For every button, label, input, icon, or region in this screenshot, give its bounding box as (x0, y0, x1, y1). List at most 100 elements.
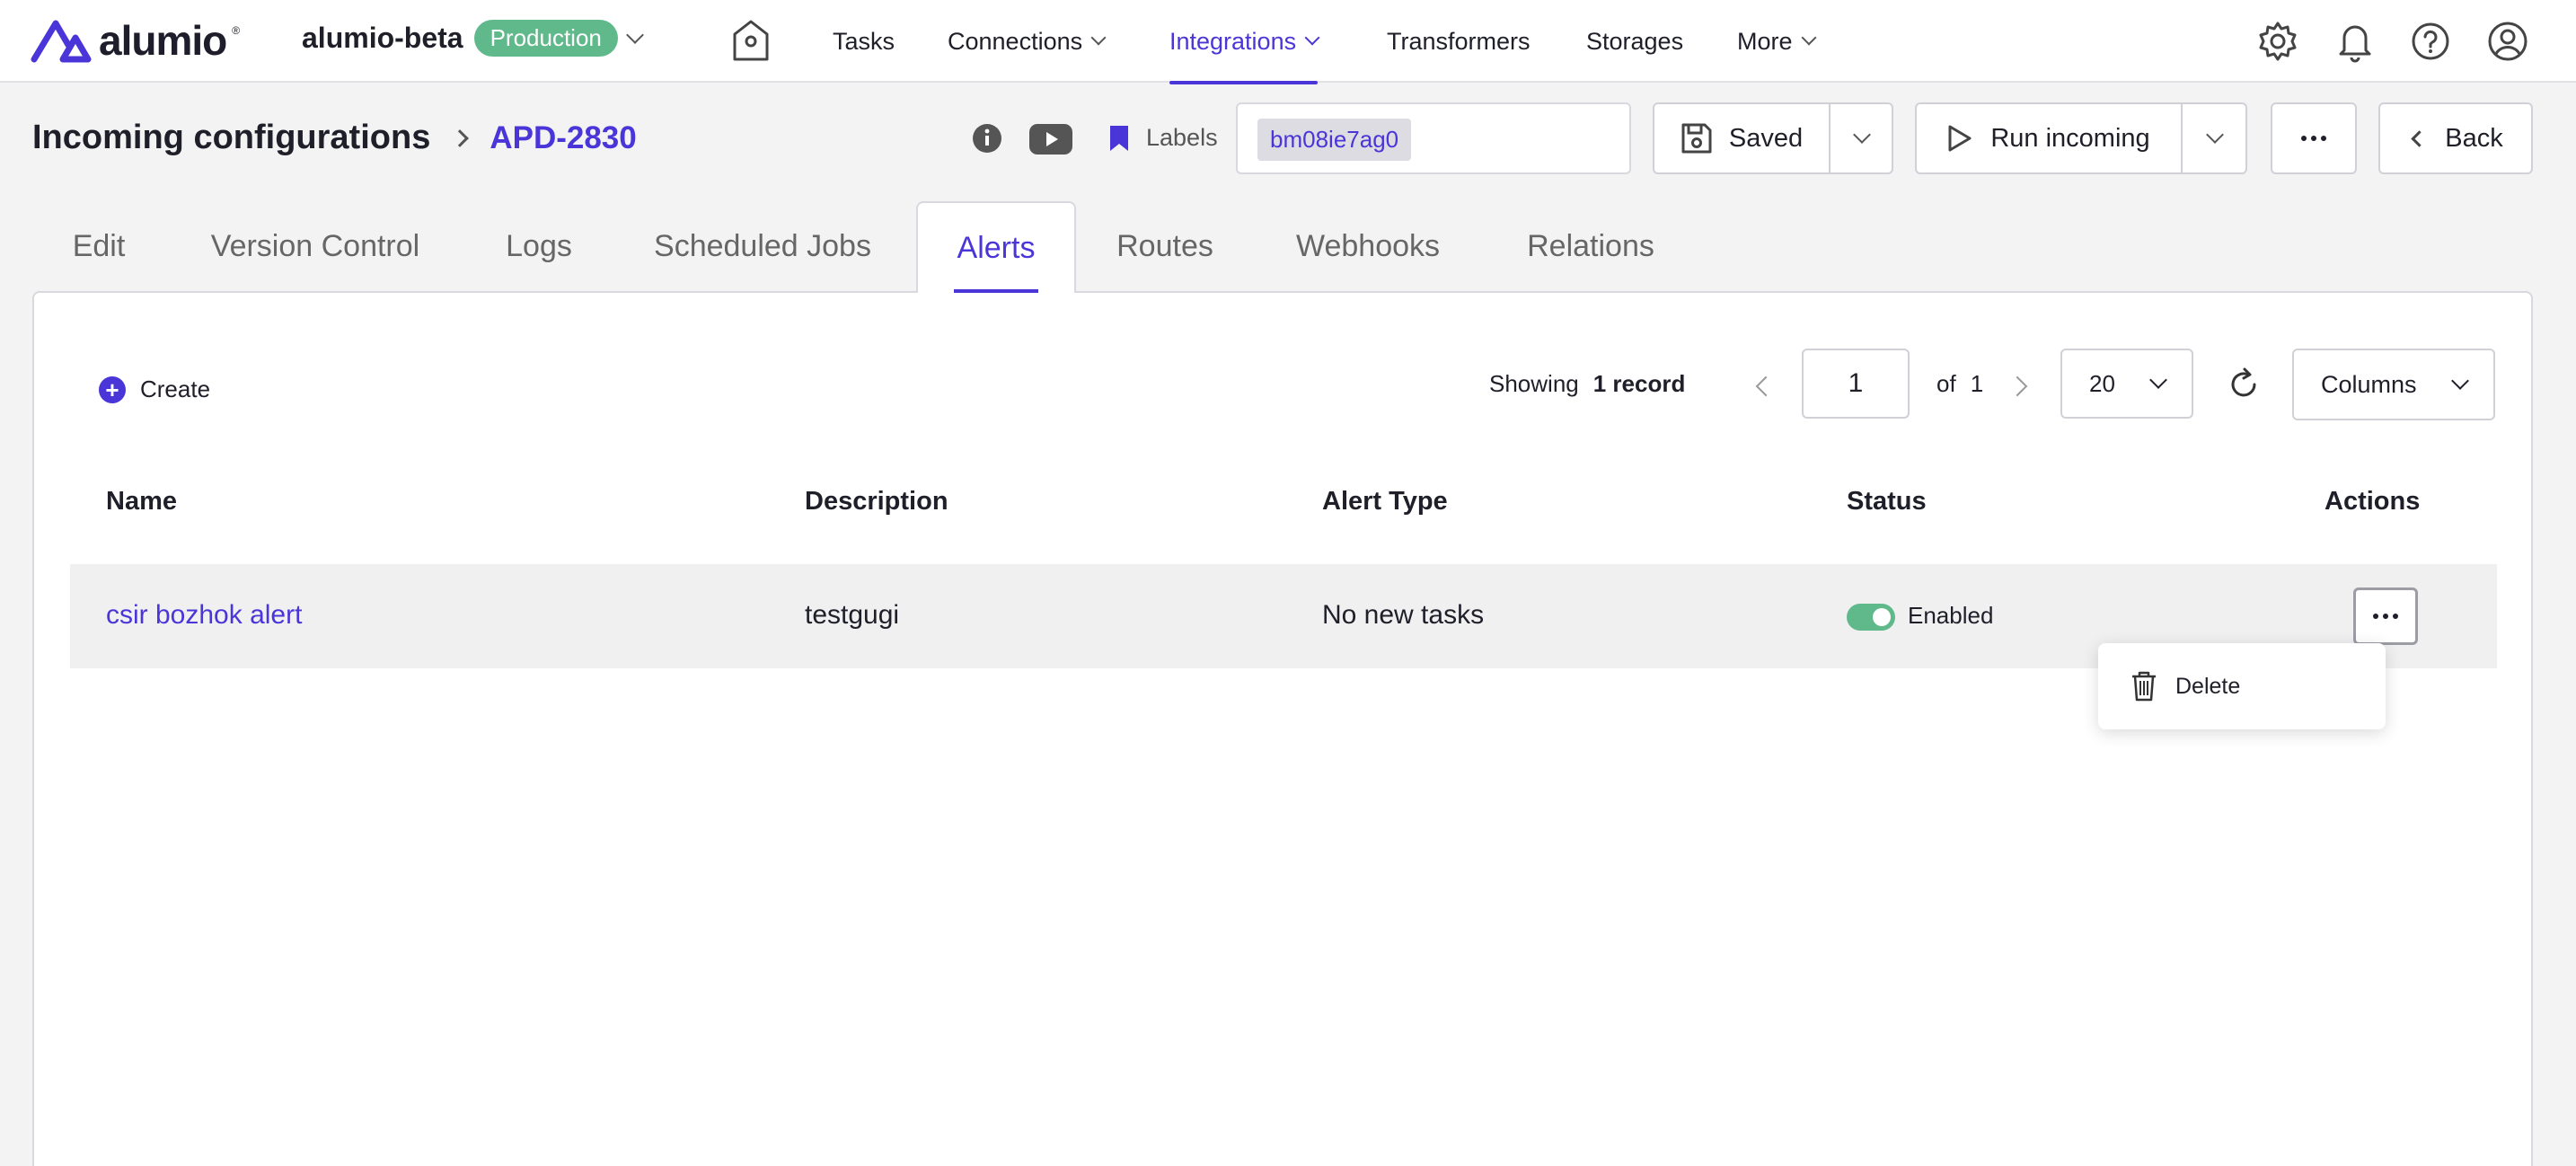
column-header-status[interactable]: Status (1847, 487, 1927, 517)
breadcrumb-current: APD-2830 (490, 119, 637, 155)
row-actions-button[interactable] (2353, 587, 2418, 645)
per-page-select[interactable]: 20 (2060, 349, 2193, 419)
label-chip[interactable]: bm08ie7ag0 (1257, 119, 1412, 161)
saved-label: Saved (1728, 123, 1804, 153)
chevron-down-icon (1090, 30, 1107, 46)
breadcrumb: Incoming configurations APD-2830 (32, 119, 637, 157)
delete-menu-item[interactable]: Delete (2130, 671, 2240, 702)
previous-page-icon[interactable] (1755, 375, 1777, 397)
tab-relations[interactable]: Relations (1505, 201, 1676, 291)
per-page-value: 20 (2089, 369, 2115, 397)
run-dropdown-toggle[interactable] (2183, 104, 2247, 172)
labels-input[interactable]: bm08ie7ag0 (1236, 102, 1631, 174)
nav-transformers-label: Transformers (1387, 27, 1531, 55)
saved-button[interactable]: Saved (1654, 104, 1829, 172)
active-tab-indicator (954, 289, 1038, 293)
environment-name: alumio-beta (302, 22, 463, 54)
alert-name-link[interactable]: csir bozhok alert (106, 600, 302, 631)
tab-alerts-label: Alerts (957, 230, 1036, 265)
environment-selector[interactable]: alumio-beta Production (302, 20, 644, 57)
alumio-logo[interactable]: alumio ® (31, 16, 240, 65)
nav-transformers[interactable]: Transformers (1387, 0, 1531, 83)
more-dots-icon (2311, 136, 2316, 141)
more-dots-icon (2301, 136, 2307, 141)
alert-description: testgugi (805, 600, 900, 630)
tab-logs-label: Logs (506, 228, 572, 263)
registered-mark: ® (232, 24, 241, 37)
run-incoming-button[interactable]: Run incoming (1917, 104, 2181, 172)
nav-more-label: More (1737, 27, 1793, 55)
showing-count: 1 record (1592, 370, 1686, 397)
youtube-icon[interactable] (1029, 124, 1072, 155)
create-label: Create (140, 375, 211, 402)
info-icon[interactable] (972, 123, 1002, 154)
chevron-down-icon (2206, 126, 2224, 144)
back-button[interactable]: Back (2378, 102, 2533, 174)
column-header-description[interactable]: Description (805, 487, 948, 517)
save-icon (1681, 123, 1712, 154)
bell-icon[interactable] (2333, 20, 2377, 63)
nav-more[interactable]: More (1737, 0, 1817, 83)
labels-label: Labels (1146, 124, 1218, 151)
page-number-input[interactable]: 1 (1802, 349, 1910, 419)
tab-scheduled-jobs[interactable]: Scheduled Jobs (632, 201, 893, 291)
row-actions-menu: Delete (2098, 643, 2386, 729)
refresh-icon[interactable] (2226, 367, 2262, 402)
showing-label: Showing (1489, 370, 1579, 397)
bookmark-icon (1110, 126, 1128, 151)
nav-connections-label: Connections (948, 27, 1083, 55)
columns-select[interactable]: Columns (2292, 349, 2495, 420)
tab-edit[interactable]: Edit (45, 201, 153, 291)
tab-routes[interactable]: Routes (1101, 201, 1229, 291)
breadcrumb-root[interactable]: Incoming configurations (32, 119, 430, 157)
back-label: Back (2445, 123, 2503, 153)
chevron-down-icon (1853, 126, 1871, 144)
home-icon[interactable] (731, 18, 771, 63)
columns-label: Columns (2321, 370, 2417, 398)
status-text: Enabled (1908, 602, 1994, 629)
more-options-button[interactable] (2271, 102, 2357, 174)
nav-integrations-label: Integrations (1169, 27, 1297, 55)
help-icon[interactable] (2409, 20, 2452, 63)
logo-text: alumio (99, 17, 227, 64)
nav-connections[interactable]: Connections (948, 0, 1107, 83)
saved-button-group: Saved (1653, 102, 1893, 174)
record-count: Showing 1 record (1489, 370, 1685, 398)
delete-label: Delete (2175, 673, 2241, 699)
environment-badge: Production (473, 20, 618, 57)
column-header-actions: Actions (2325, 487, 2421, 516)
alert-type: No new tasks (1322, 600, 1485, 630)
create-button[interactable]: + Create (99, 375, 210, 403)
column-header-alert-type[interactable]: Alert Type (1322, 487, 1448, 517)
saved-dropdown-toggle[interactable] (1831, 104, 1893, 172)
nav-storages-label: Storages (1586, 27, 1684, 55)
tab-webhooks-label: Webhooks (1295, 228, 1441, 263)
page-total: of 1 (1936, 370, 1983, 398)
total-pages: 1 (1970, 370, 1984, 397)
chevron-down-icon (2451, 372, 2469, 390)
nav-tasks-label: Tasks (833, 27, 895, 55)
nav-storages[interactable]: Storages (1586, 0, 1683, 83)
gear-icon[interactable] (2256, 20, 2299, 63)
chevron-down-icon (2149, 371, 2167, 389)
chevron-left-icon (2411, 129, 2428, 147)
alerts-panel: + Create Showing 1 record 1 of 1 20 Colu… (32, 291, 2533, 1166)
tab-version-control[interactable]: Version Control (185, 201, 446, 291)
run-incoming-button-group: Run incoming (1915, 102, 2247, 174)
more-dots-icon (2383, 614, 2388, 619)
column-header-name[interactable]: Name (106, 487, 177, 517)
of-label: of (1936, 370, 1956, 397)
status-toggle[interactable] (1847, 604, 1895, 631)
tab-relations-label: Relations (1527, 228, 1654, 263)
chevron-right-icon (451, 128, 470, 147)
tab-logs[interactable]: Logs (485, 201, 593, 291)
top-navigation-bar: alumio ® alumio-beta Production Tasks Co… (0, 0, 2576, 84)
run-incoming-label: Run incoming (1990, 123, 2150, 153)
tab-alerts[interactable]: Alerts (916, 201, 1076, 293)
nav-integrations[interactable]: Integrations (1169, 0, 1320, 84)
nav-tasks[interactable]: Tasks (833, 0, 895, 83)
play-icon (1948, 125, 1972, 152)
tab-webhooks[interactable]: Webhooks (1274, 201, 1462, 291)
next-page-icon[interactable] (2007, 375, 2028, 397)
user-avatar-icon[interactable] (2486, 20, 2529, 63)
